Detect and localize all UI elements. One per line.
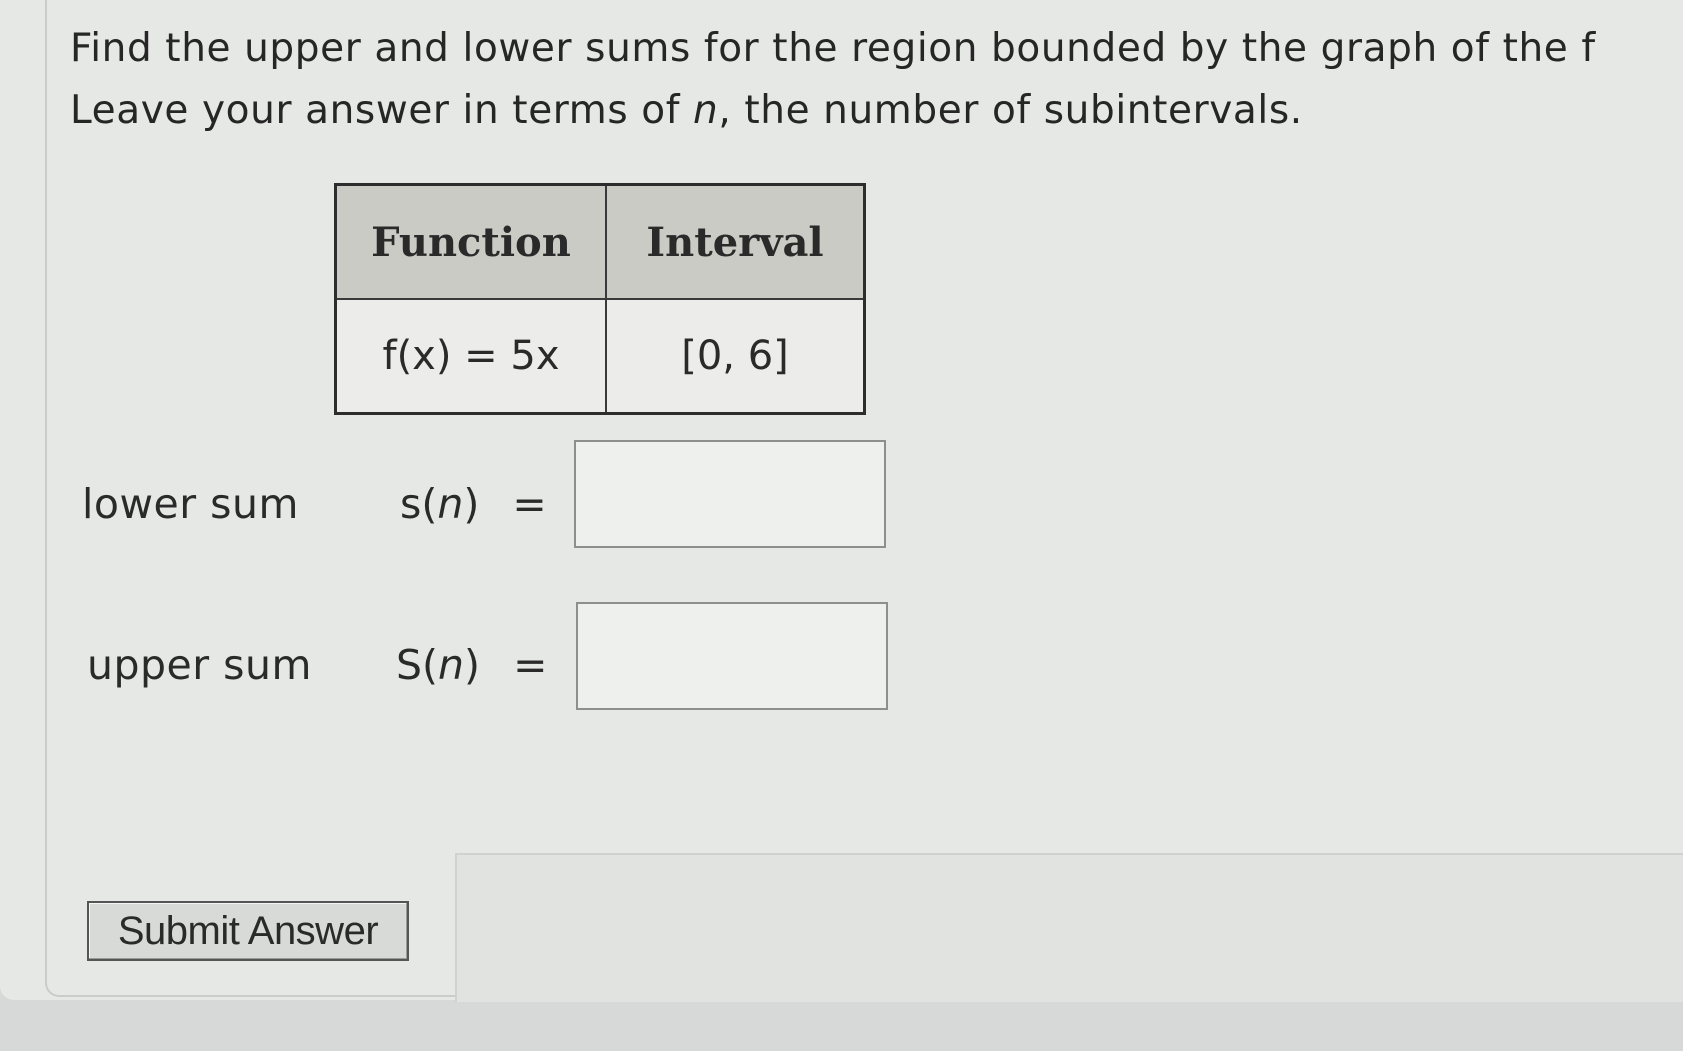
submit-answer-button[interactable]: Submit Answer bbox=[87, 901, 409, 961]
question-line-2: Leave your answer in terms of n, the num… bbox=[70, 80, 1680, 142]
lower-sum-input[interactable] bbox=[574, 440, 886, 548]
question-line-2-end: , the number of subintervals. bbox=[718, 88, 1303, 133]
table-cell-interval: [0, 6] bbox=[605, 298, 866, 415]
lower-sum-symbol: s bbox=[400, 480, 422, 528]
question-line-2-start: Leave your answer in terms of bbox=[70, 88, 694, 133]
upper-sum-expression: S(n) = bbox=[396, 641, 548, 689]
lower-sum-expression: s(n) = bbox=[400, 480, 547, 528]
table-cell-function: f(x) = 5x bbox=[334, 298, 607, 415]
background-region bbox=[455, 853, 1683, 1002]
function-interval-table: Function Interval f(x) = 5x [0, 6] bbox=[334, 183, 866, 415]
lower-sum-equals: = bbox=[512, 480, 547, 528]
table-header-function: Function bbox=[334, 183, 607, 300]
lower-sum-label: lower sum bbox=[82, 480, 299, 528]
upper-sum-input[interactable] bbox=[576, 602, 888, 710]
table-header-interval: Interval bbox=[605, 183, 866, 300]
upper-sum-equals: = bbox=[513, 641, 548, 689]
question-line-1: Find the upper and lower sums for the re… bbox=[70, 26, 1596, 71]
question-text: Find the upper and lower sums for the re… bbox=[70, 18, 1680, 142]
lower-sum-var: n bbox=[437, 480, 464, 528]
question-variable: n bbox=[693, 88, 719, 133]
table-row: f(x) = 5x [0, 6] bbox=[334, 298, 866, 415]
upper-sum-var: n bbox=[438, 641, 465, 689]
upper-sum-label: upper sum bbox=[87, 641, 312, 689]
upper-sum-symbol: S bbox=[396, 641, 423, 689]
